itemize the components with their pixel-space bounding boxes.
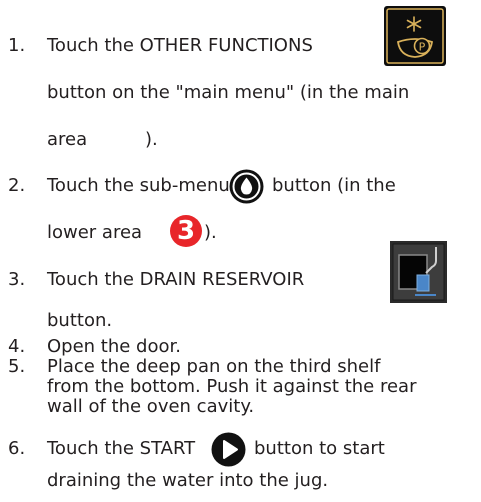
drain-reservoir-icon xyxy=(390,241,447,303)
water-drop-icon xyxy=(229,169,264,204)
step-1-text: Touch the OTHER FUNCTIONS xyxy=(47,35,313,56)
area-3-badge: 3 xyxy=(170,215,202,247)
step-2-text-line2a: lower area xyxy=(47,222,143,243)
step-6-number: 6. xyxy=(8,438,26,459)
start-play-icon xyxy=(211,432,246,467)
step-1-number: 1. xyxy=(8,35,26,56)
step-3-text-line2: button. xyxy=(47,310,113,331)
step-3-number: 3. xyxy=(8,269,26,290)
step-3-text: Touch the DRAIN RESERVOIR xyxy=(47,269,305,290)
step-1-text-line2: button on the "main menu" (in the main xyxy=(47,82,410,103)
other-functions-icon: P xyxy=(384,6,446,66)
step-2-text-post: button (in the xyxy=(272,175,396,196)
step-1-text-line3b: ). xyxy=(145,129,158,150)
step-5-number: 5. xyxy=(8,356,26,377)
step-2-text-line2b: ). xyxy=(204,222,217,243)
step-2-text: Touch the sub-menu xyxy=(47,175,230,196)
step-5-text-line1: Place the deep pan on the third shelf xyxy=(47,356,381,377)
svg-text:P: P xyxy=(419,41,426,54)
step-6-text: Touch the START xyxy=(47,438,196,459)
step-6-text-line2: draining the water into the jug. xyxy=(47,470,329,491)
step-1-text-line3a: area xyxy=(47,129,88,150)
step-2-number: 2. xyxy=(8,175,26,196)
step-5-text-line2: from the bottom. Push it against the rea… xyxy=(47,376,417,397)
step-4-text: Open the door. xyxy=(47,336,181,357)
step-4-number: 4. xyxy=(8,336,26,357)
step-6-text-post: button to start xyxy=(254,438,385,459)
step-5-text-line3: wall of the oven cavity. xyxy=(47,396,255,417)
